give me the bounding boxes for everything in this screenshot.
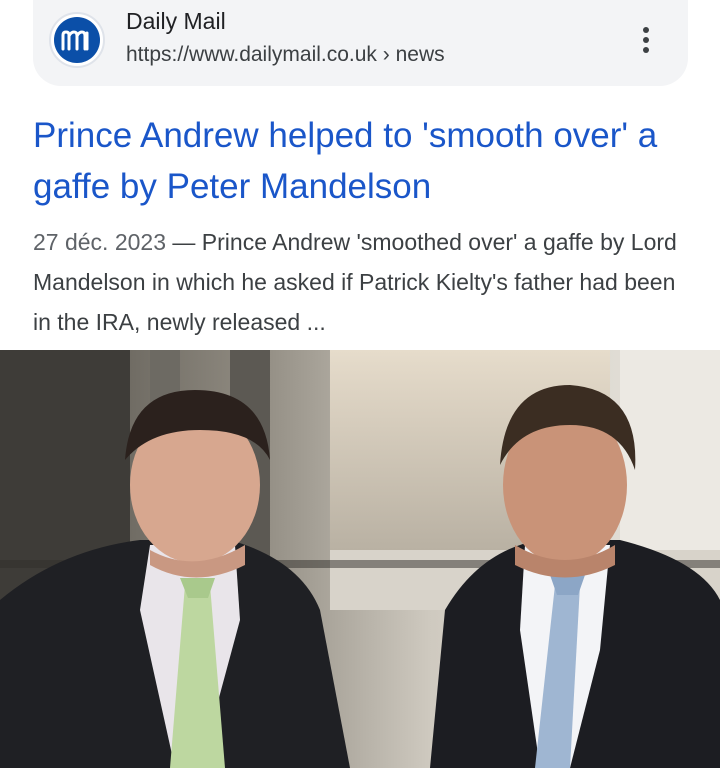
result-thumbnail-photo[interactable] xyxy=(0,350,720,768)
daily-mail-logo-icon xyxy=(54,17,100,63)
snippet-separator: — xyxy=(172,229,196,255)
source-name: Daily Mail xyxy=(126,8,226,34)
source-url[interactable]: https://www.dailymail.co.uk › news xyxy=(126,43,445,67)
source-url-domain: https://www.dailymail.co.uk xyxy=(126,43,377,66)
result-snippet: 27 déc. 2023 — Prince Andrew 'smoothed o… xyxy=(33,222,698,342)
source-url-breadcrumb: › news xyxy=(382,43,445,66)
result-title-link[interactable]: Prince Andrew helped to 'smooth over' a … xyxy=(33,110,693,212)
daily-mail-logo xyxy=(49,12,105,68)
result-date: 27 déc. 2023 xyxy=(33,229,167,255)
source-header[interactable]: Daily Mail https://www.dailymail.co.uk ›… xyxy=(33,0,688,86)
more-options-icon[interactable] xyxy=(633,22,659,58)
